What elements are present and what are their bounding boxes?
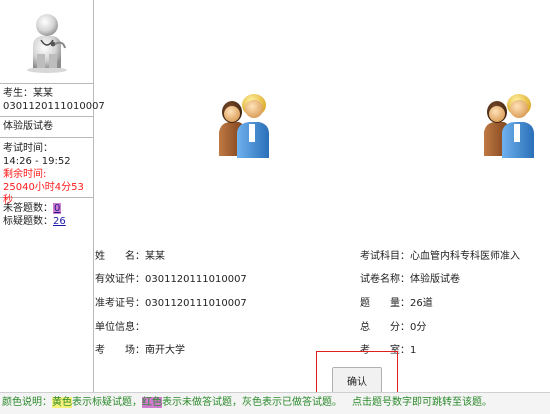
candidate-info-panel: 考生：某某 0301120111010007 体验版试卷 考试时间： 14:26…	[0, 0, 105, 392]
legend-yellow-desc: 表示标疑试题，	[72, 397, 142, 408]
legend-jump-hint: 点击题号数字即可跳转至该题。	[352, 397, 492, 408]
info-admission-number: 准考证号：0301120111010007	[95, 298, 247, 309]
paper-section: 体验版试卷	[0, 117, 93, 138]
unanswered-count-link[interactable]: 0	[53, 203, 62, 214]
legend-gray-desc: 表示已做答试题。	[262, 397, 342, 408]
candidate-number: 0301120111010007	[3, 101, 105, 112]
avatar-section	[0, 0, 93, 84]
legend-gray: 灰色	[242, 397, 262, 408]
info-unit: 单位信息：	[95, 322, 145, 333]
paper-label: 体验版试卷	[3, 121, 53, 132]
legend-red: 红色	[142, 397, 162, 408]
legend-prefix: 颜色说明：	[2, 397, 52, 408]
candidate-name: 考生：某某	[3, 88, 53, 99]
info-total-score: 总 分：0分	[360, 322, 427, 333]
color-legend-bar: 颜色说明：黄色表示标疑试题，红色表示未做答试题，灰色表示已做答试题。 点击题号数字…	[0, 392, 550, 414]
info-question-count: 题 量：26道	[360, 298, 433, 309]
counts-section: 未答题数：0 标疑题数：26	[0, 198, 93, 232]
exam-time-range: 14:26 - 19:52	[3, 156, 71, 167]
confirm-button[interactable]: 确认	[332, 367, 382, 393]
two-people-icon	[484, 94, 534, 158]
exam-confirmation-area: 姓 名：某某 有效证件：0301120111010007 准考证号：030112…	[95, 0, 550, 397]
legend-red-desc: 表示未做答试题，	[162, 397, 242, 408]
flagged-count-row: 标疑题数：26	[3, 215, 90, 228]
unanswered-count-row: 未答题数：0	[3, 202, 90, 215]
flagged-count-label: 标疑题数：	[3, 216, 53, 227]
info-paper-name: 试卷名称：体验版试卷	[360, 274, 460, 285]
candidate-section: 考生：某某 0301120111010007	[0, 84, 105, 117]
two-people-icon	[219, 94, 269, 158]
info-name: 姓 名：某某	[95, 251, 165, 262]
flagged-count-link[interactable]: 26	[53, 216, 66, 227]
doctor-avatar-icon	[26, 13, 67, 73]
info-subject: 考试科目：心血管内科专科医师准入	[360, 251, 520, 262]
remaining-time-label: 剩余时间:	[3, 169, 47, 180]
info-id-card: 有效证件：0301120111010007	[95, 274, 247, 285]
info-exam-site: 考 场：南开大学	[95, 345, 185, 356]
unanswered-count-label: 未答题数：	[3, 203, 53, 214]
time-section: 考试时间： 14:26 - 19:52 剩余时间: 25040小时4分53秒	[0, 138, 93, 206]
legend-yellow: 黄色	[52, 397, 72, 408]
exam-time-label: 考试时间：	[3, 143, 53, 154]
